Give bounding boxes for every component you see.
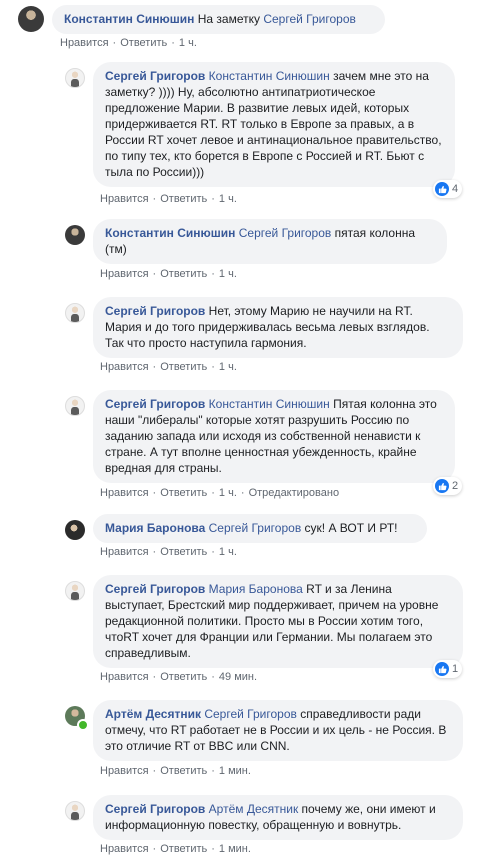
comment-mention[interactable]: Артём Десятник	[209, 802, 299, 816]
like-link[interactable]: Нравится	[100, 193, 149, 205]
reaction-count[interactable]: 4	[433, 180, 463, 198]
comment-author[interactable]: Сергей Григоров	[105, 304, 205, 318]
reply-link[interactable]: Ответить	[160, 268, 207, 280]
comment-bubble: Сергей Григоров Константин Синюшин зачем…	[93, 62, 455, 187]
avatar[interactable]	[65, 396, 85, 416]
comment-bubble: Сергей Григоров Мария Баронова RT и за Л…	[93, 575, 463, 668]
comment-actions: Нравится · Ответить · 1 ч.	[100, 193, 237, 205]
comment-actions: Нравится · Ответить · 1 ч.	[100, 361, 237, 373]
thumbs-up-icon	[435, 662, 449, 676]
timestamp[interactable]: 1 ч.	[219, 193, 237, 205]
timestamp[interactable]: 1 ч.	[219, 361, 237, 373]
comment-bubble: Сергей Григоров Артём Десятник почему же…	[93, 795, 463, 840]
like-link[interactable]: Нравится	[100, 361, 149, 373]
reaction-count[interactable]: 1	[433, 660, 463, 678]
like-link[interactable]: Нравится	[100, 765, 149, 777]
comment-actions: Нравится · Ответить · 1 ч. · Отредактировано	[100, 487, 340, 499]
comment-bubble: Константин Синюшин На заметку Сергей Гри…	[52, 5, 385, 34]
timestamp[interactable]: 1 ч.	[219, 268, 237, 280]
timestamp[interactable]: 49 мин.	[219, 671, 257, 683]
comment-author[interactable]: Константин Синюшин	[105, 226, 235, 240]
comment-author[interactable]: Артём Десятник	[105, 707, 201, 721]
like-link[interactable]: Нравится	[100, 671, 149, 683]
like-link[interactable]: Нравится	[100, 487, 149, 499]
reply-link[interactable]: Ответить	[160, 193, 207, 205]
avatar[interactable]	[65, 801, 85, 821]
online-status-icon	[77, 719, 89, 731]
avatar[interactable]	[65, 225, 85, 245]
comment-actions: Нравится · Ответить · 1 ч.	[100, 546, 237, 558]
reply-link[interactable]: Ответить	[160, 765, 207, 777]
avatar[interactable]	[18, 6, 44, 32]
comment-text: сук! А ВОТ И РТ!	[304, 521, 398, 535]
comment-author[interactable]: Сергей Григоров	[105, 582, 205, 596]
comment-author[interactable]: Сергей Григоров	[105, 69, 205, 83]
comment-author[interactable]: Константин Синюшин	[64, 12, 194, 26]
comment-mention[interactable]: Сергей Григоров	[239, 226, 332, 240]
comment-actions: Нравится · Ответить · 49 мин.	[100, 671, 258, 683]
timestamp[interactable]: 1 мин.	[219, 765, 251, 777]
comment-mention[interactable]: Константин Синюшин	[209, 69, 330, 83]
reaction-count[interactable]: 2	[433, 477, 463, 495]
thumbs-up-icon	[435, 479, 449, 493]
avatar[interactable]	[65, 303, 85, 323]
comment-author[interactable]: Сергей Григоров	[105, 802, 205, 816]
comment-text: зачем мне это на заметку? )))) Ну, абсол…	[105, 69, 442, 179]
comment-mention[interactable]: Сергей Григоров	[204, 707, 297, 721]
timestamp[interactable]: 1 ч.	[219, 487, 237, 499]
timestamp[interactable]: 1 ч.	[219, 546, 237, 558]
timestamp[interactable]: 1 мин.	[219, 843, 251, 855]
reply-link[interactable]: Ответить	[120, 37, 167, 49]
comment-bubble: Константин Синюшин Сергей Григоров пятая…	[93, 219, 447, 264]
comment-author[interactable]: Мария Баронова	[105, 521, 205, 535]
reply-link[interactable]: Ответить	[160, 361, 207, 373]
avatar[interactable]	[65, 581, 85, 601]
comment-mention[interactable]: Мария Баронова	[209, 582, 303, 596]
comment-bubble: Сергей Григоров Константин Синюшин Пятая…	[93, 390, 455, 483]
like-link[interactable]: Нравится	[60, 37, 109, 49]
reply-link[interactable]: Ответить	[160, 843, 207, 855]
edited-label[interactable]: Отредактировано	[249, 487, 340, 499]
like-link[interactable]: Нравится	[100, 546, 149, 558]
reply-link[interactable]: Ответить	[160, 546, 207, 558]
comment-bubble: Мария Баронова Сергей Григоров сук! А ВО…	[93, 514, 427, 543]
comment-mention[interactable]: Константин Синюшин	[209, 397, 330, 411]
avatar[interactable]	[65, 68, 85, 88]
comment-bubble: Сергей Григоров Нет, этому Марию не науч…	[93, 297, 463, 358]
comment-actions: Нравится · Ответить · 1 мин.	[100, 843, 251, 855]
comment-actions: Нравится · Ответить · 1 ч.	[60, 37, 197, 49]
like-link[interactable]: Нравится	[100, 843, 149, 855]
comment-actions: Нравится · Ответить · 1 мин.	[100, 765, 251, 777]
comment-actions: Нравится · Ответить · 1 ч.	[100, 268, 237, 280]
thumbs-up-icon	[435, 182, 449, 196]
avatar[interactable]	[65, 520, 85, 540]
timestamp[interactable]: 1 ч.	[179, 37, 197, 49]
reply-link[interactable]: Ответить	[160, 487, 207, 499]
comment-bubble: Артём Десятник Сергей Григоров справедли…	[93, 700, 463, 761]
comment-mention[interactable]: Сергей Григоров	[209, 521, 302, 535]
like-link[interactable]: Нравится	[100, 268, 149, 280]
comment-text: На заметку Сергей Григоров	[197, 12, 356, 26]
reply-link[interactable]: Ответить	[160, 671, 207, 683]
comment-author[interactable]: Сергей Григоров	[105, 397, 205, 411]
